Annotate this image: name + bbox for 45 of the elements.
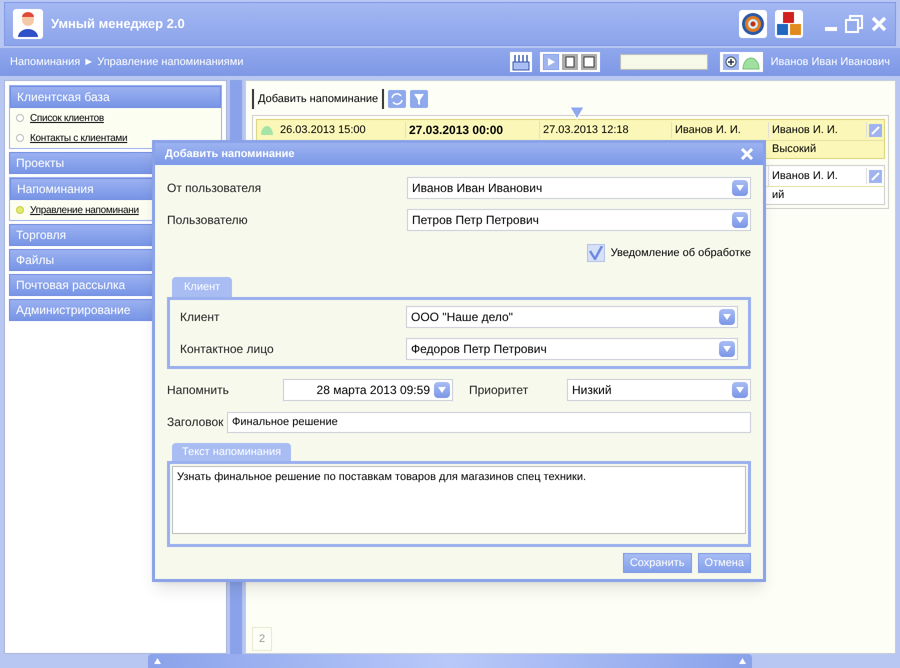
notify-checkbox[interactable] <box>586 244 605 262</box>
table-cell: Иванов И. И. <box>769 122 867 138</box>
field-label: Напомнить <box>167 382 230 399</box>
reminder-text-area[interactable]: Узнать финальное решение по поставкам товаров для магазинов спец техники. <box>172 466 746 534</box>
refresh-icon[interactable] <box>388 90 406 108</box>
from-user-select[interactable]: Иванов Иван Иванович <box>407 177 751 199</box>
window-title: Умный менеджер 2.0 <box>51 15 186 34</box>
table-cell: 27.03.2013 00:00 <box>406 121 540 139</box>
user-name: Иванов Иван Иванович <box>770 54 890 70</box>
priority-cell-text: Высокий <box>771 142 818 158</box>
contact-select[interactable]: Федоров Петр Петрович <box>406 338 738 360</box>
table-cell: 27.03.2013 12:18 <box>540 122 672 138</box>
search-field[interactable] <box>620 54 708 70</box>
field-label: Заголовок <box>167 414 224 431</box>
edit-icon[interactable] <box>869 170 882 182</box>
collapse-arrow-icon[interactable] <box>569 106 585 120</box>
filter-icon[interactable] <box>410 90 428 108</box>
field-label: Контактное лицо <box>180 341 275 358</box>
sidebar-item[interactable]: Список клиентов <box>10 108 222 128</box>
up-arrow-icon[interactable] <box>739 658 746 664</box>
stop-icon[interactable] <box>580 54 597 70</box>
plus-icon[interactable] <box>722 54 739 70</box>
priority-cell-text: ий <box>771 188 786 204</box>
close-icon[interactable] <box>871 16 887 32</box>
client-select[interactable]: ООО "Наше дело" <box>406 306 738 328</box>
remind-date-select[interactable]: 28 марта 2013 09:59 <box>283 379 453 401</box>
sidebar-item[interactable]: Контакты с клиентами <box>10 128 222 148</box>
notify-label: Уведомление об обработке <box>610 246 751 261</box>
table-cell: Иванов И. И. <box>672 122 769 138</box>
up-arrow-icon[interactable] <box>154 658 161 664</box>
priority-select[interactable]: Низкий <box>567 379 751 401</box>
breadcrumb: Напоминания ► Управление напоминаниями <box>10 54 244 70</box>
target-icon[interactable] <box>739 10 767 38</box>
add-reminder-button[interactable]: Добавить напоминание <box>252 89 384 109</box>
user-avatar-icon <box>13 9 43 39</box>
restore-icon[interactable] <box>845 15 863 33</box>
close-icon[interactable] <box>741 148 753 160</box>
field-label: Приоритет <box>468 382 530 399</box>
squares-icon[interactable] <box>775 10 803 38</box>
bell-icon <box>260 124 274 136</box>
to-user-select[interactable]: Петров Петр Петрович <box>407 209 751 231</box>
table-cell: 26.03.2013 15:00 <box>277 122 406 138</box>
table-cell: Иванов И. И. <box>769 168 867 184</box>
subject-field[interactable]: Финальное решение <box>227 412 751 432</box>
edit-icon[interactable] <box>869 124 882 136</box>
